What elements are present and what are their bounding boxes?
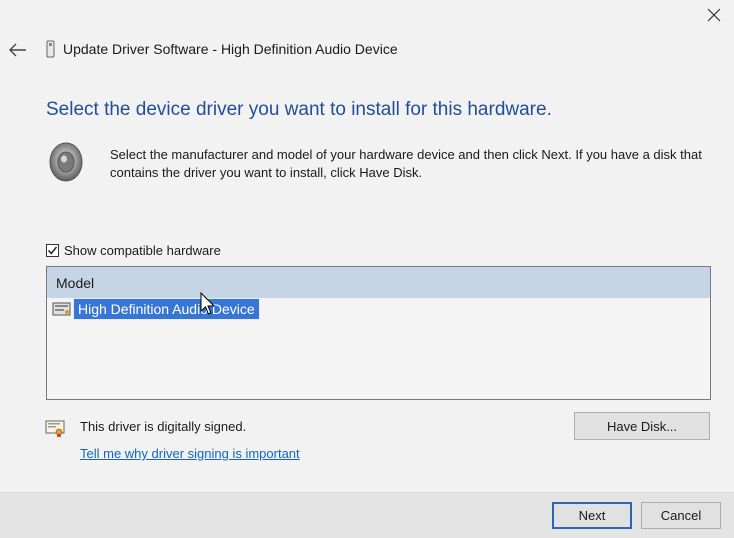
next-button[interactable]: Next (552, 502, 632, 529)
list-item[interactable]: High Definition Audio Device (52, 298, 260, 320)
cancel-button[interactable]: Cancel (641, 502, 721, 529)
device-icon (46, 40, 55, 58)
show-compatible-label: Show compatible hardware (64, 243, 221, 258)
model-column-label: Model (56, 274, 95, 291)
show-compatible-toggle[interactable]: Show compatible hardware (46, 243, 221, 258)
back-arrow-icon (9, 43, 26, 57)
driver-package-icon (52, 302, 71, 316)
instructions-text: Select the manufacturer and model of you… (110, 147, 702, 180)
close-icon (707, 8, 721, 22)
update-driver-dialog: Update Driver Software - High Definition… (0, 0, 734, 538)
model-column-header[interactable]: Model (47, 267, 710, 298)
speaker-icon (49, 142, 83, 182)
checkmark-icon (47, 246, 58, 255)
show-compatible-checkbox[interactable] (46, 244, 59, 257)
back-button[interactable] (6, 38, 30, 62)
signing-status: This driver is digitally signed. (80, 419, 247, 434)
page-heading: Select the device driver you want to ins… (46, 99, 552, 120)
mouse-cursor-icon (200, 292, 216, 315)
model-item-label: High Definition Audio Device (73, 298, 260, 320)
certificate-icon (45, 420, 65, 438)
have-disk-button[interactable]: Have Disk... (574, 412, 710, 440)
window-title-row: Update Driver Software - High Definition… (46, 40, 398, 58)
close-button[interactable] (699, 3, 729, 27)
driver-signing-link[interactable]: Tell me why driver signing is important (80, 446, 300, 461)
window-title: Update Driver Software - High Definition… (63, 41, 398, 57)
model-list[interactable]: Model High Definition Audio Device (46, 266, 711, 400)
